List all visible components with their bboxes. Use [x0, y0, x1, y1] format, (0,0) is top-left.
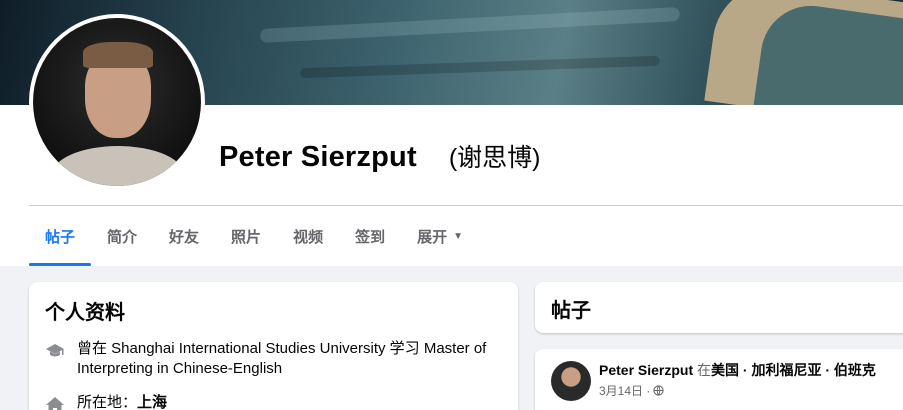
posts-title: 帖子	[551, 300, 591, 322]
profile-name: Peter Sierzput	[219, 141, 417, 173]
profile-name-block: Peter Sierzput (谢思博)	[219, 138, 540, 174]
intro-title: 个人资料	[45, 302, 125, 324]
tab-more[interactable]: 展开 ▼	[401, 206, 479, 266]
tab-posts[interactable]: 帖子	[29, 206, 92, 266]
posts-header-card: 帖子	[535, 282, 903, 333]
post-meta: Peter Sierzput 在美国 · 加利福尼亚 · 伯班克 3月14日 ·	[551, 361, 899, 401]
home-icon	[46, 397, 64, 410]
location-label: 所在地：	[77, 394, 138, 410]
education-text: 曾在 Shanghai International Studies Univer…	[77, 340, 487, 377]
location-value[interactable]: 上海	[137, 394, 167, 410]
post-author-name[interactable]: Peter Sierzput	[599, 362, 693, 378]
post-date[interactable]: 3月14日 ·	[599, 382, 650, 399]
profile-tabs: 帖子 简介 好友 照片 视频 签到 展开 ▼	[29, 206, 479, 266]
tab-about[interactable]: 简介	[91, 206, 153, 266]
tab-friends[interactable]: 好友	[153, 206, 215, 266]
graduation-cap-icon	[46, 344, 64, 357]
profile-picture[interactable]	[29, 14, 205, 190]
tab-photos[interactable]: 照片	[215, 206, 277, 266]
post-card: Peter Sierzput 在美国 · 加利福尼亚 · 伯班克 3月14日 ·	[535, 349, 903, 410]
caret-down-icon: ▼	[453, 230, 464, 242]
location-row: 所在地：上海	[45, 393, 502, 410]
globe-icon	[653, 385, 664, 396]
post-date-line: 3月14日 ·	[599, 382, 876, 399]
profile-header: Peter Sierzput (谢思博) 帖子 简介 好友 照片 视频 签到 展…	[0, 0, 903, 266]
avatar	[33, 18, 201, 186]
post-location[interactable]: 美国 · 加利福尼亚 · 伯班克	[711, 362, 876, 378]
tab-videos[interactable]: 视频	[277, 206, 339, 266]
tab-checkins[interactable]: 签到	[339, 206, 401, 266]
profile-alt-name: (谢思博)	[448, 144, 541, 172]
post-author-line: Peter Sierzput 在美国 · 加利福尼亚 · 伯班克	[599, 361, 876, 379]
post-in-word: 在	[697, 362, 712, 378]
intro-card: 个人资料 曾在 Shanghai International Studies U…	[29, 282, 518, 410]
post-author-avatar[interactable]	[551, 361, 591, 401]
education-row: 曾在 Shanghai International Studies Univer…	[45, 339, 502, 379]
